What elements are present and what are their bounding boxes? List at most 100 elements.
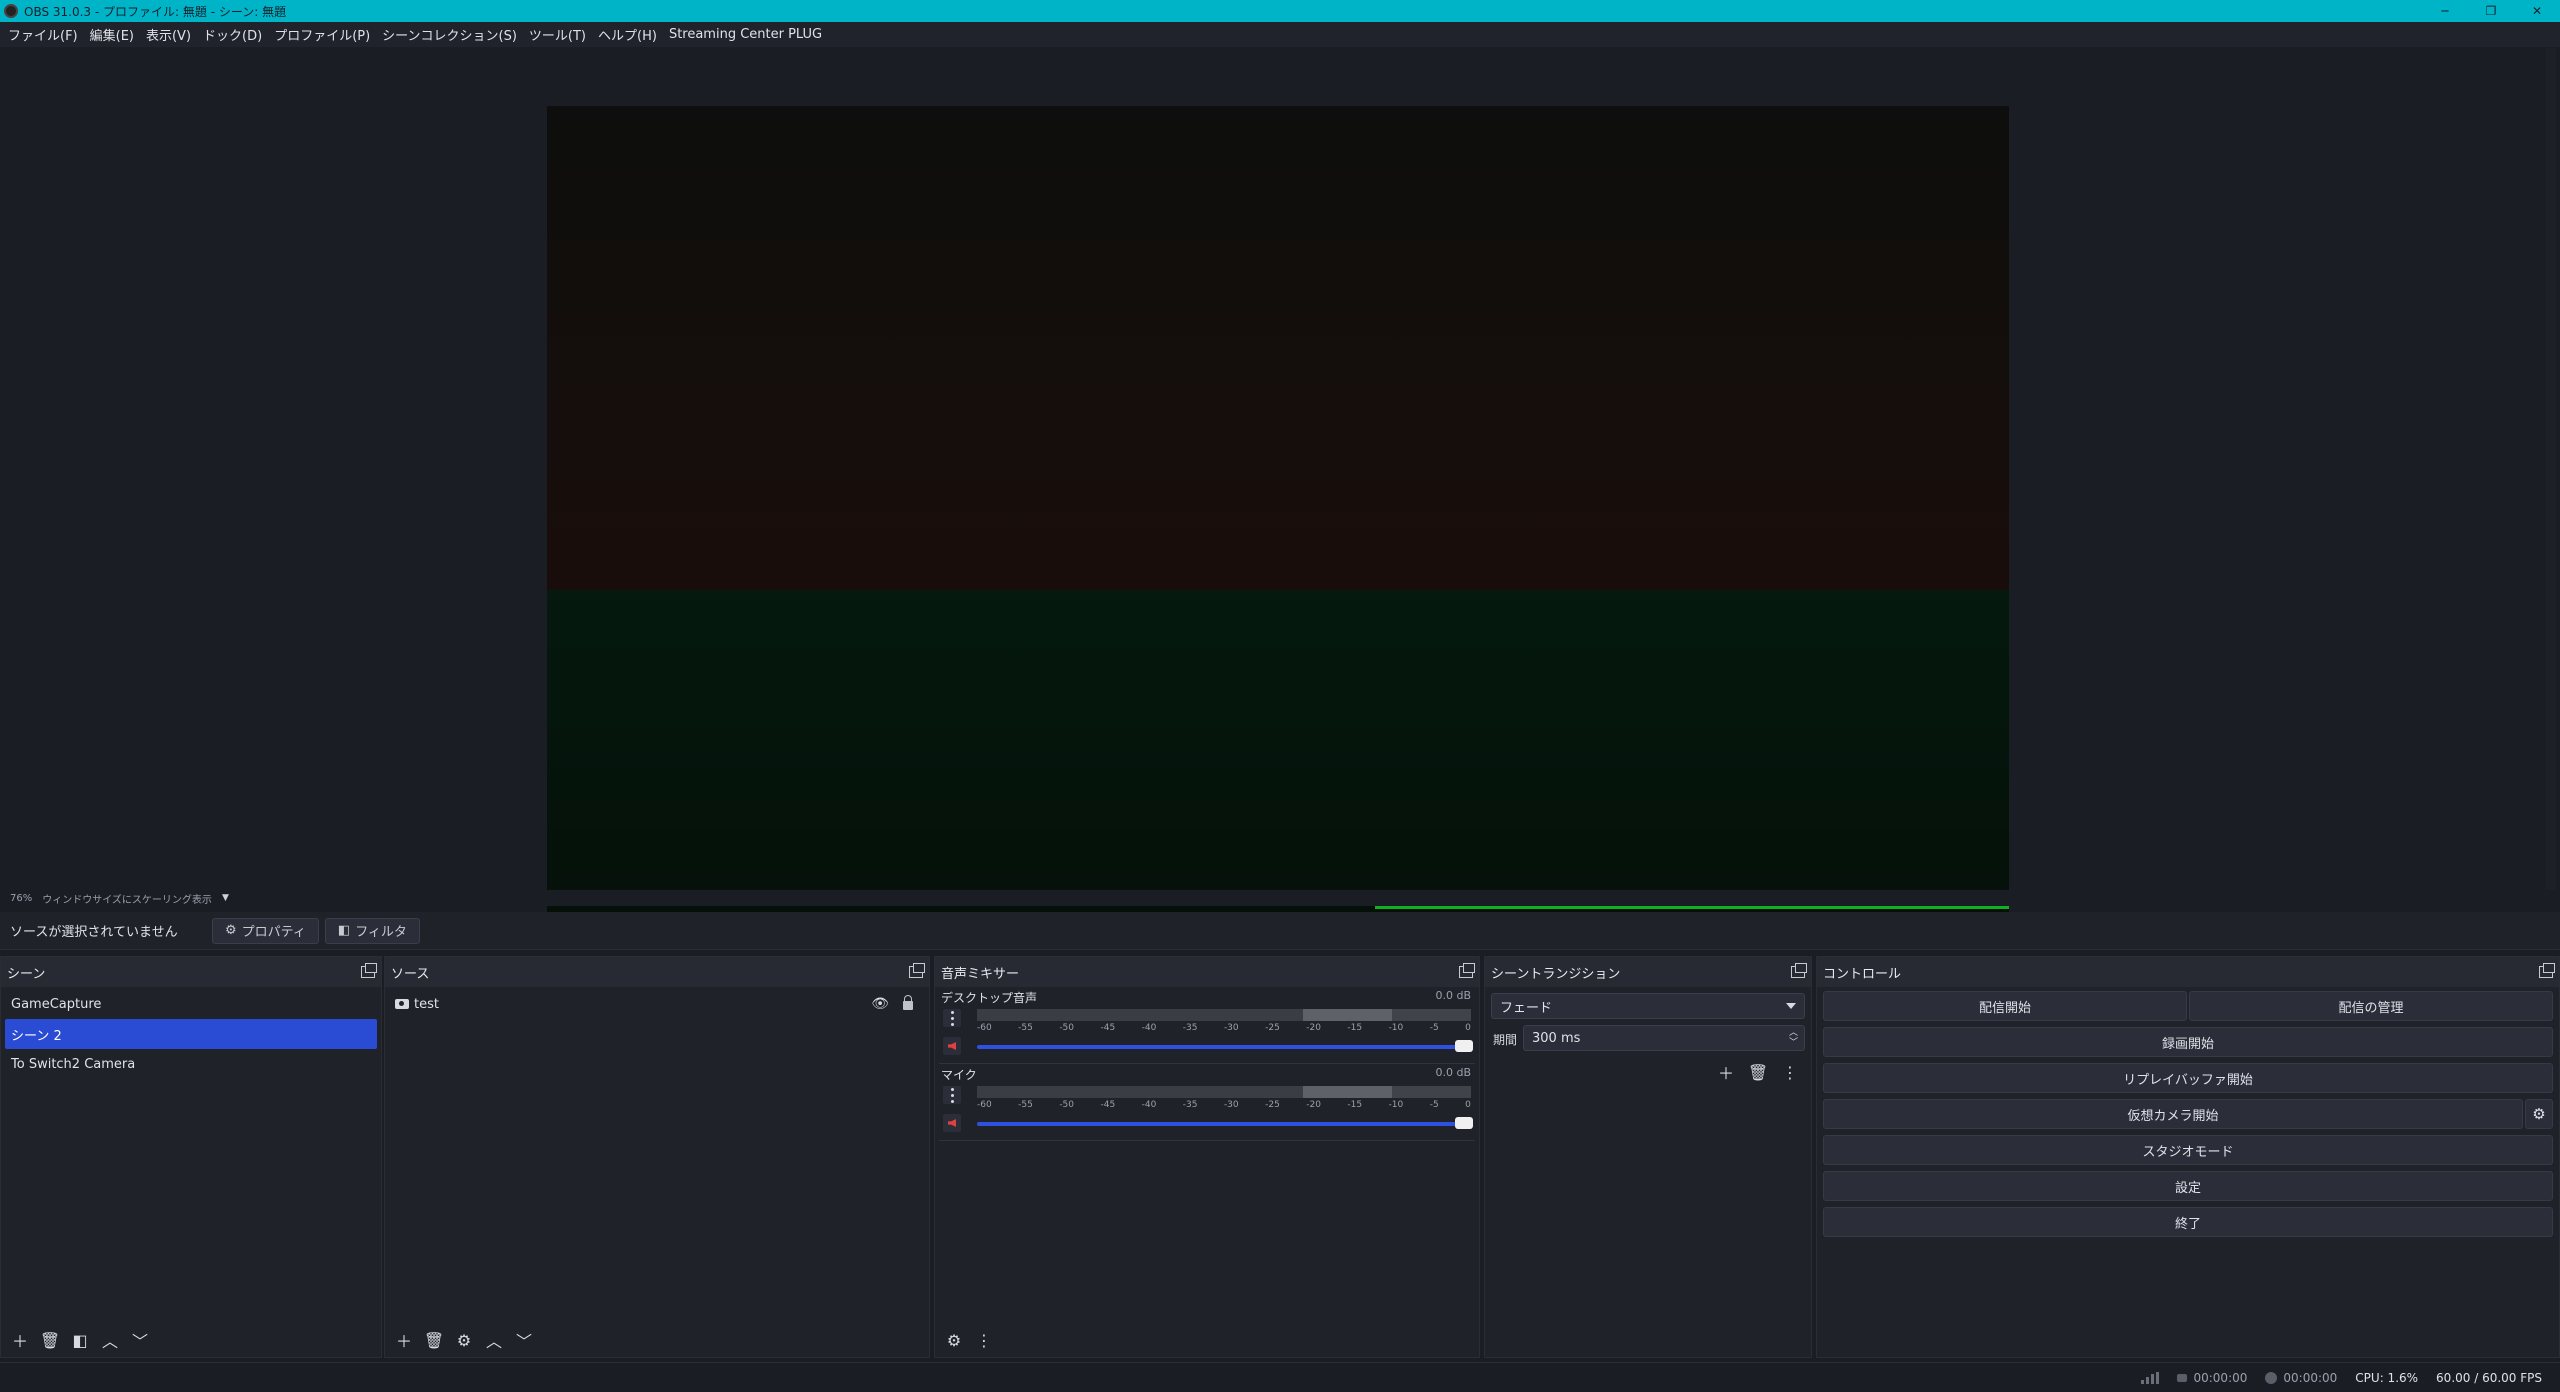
scenes-dock-header: シーン xyxy=(1,957,381,987)
menu-scene-collection[interactable]: シーンコレクション(S) xyxy=(376,25,523,44)
channel-name: マイク xyxy=(941,1068,977,1082)
scene-filters-button[interactable]: ◧ xyxy=(67,1327,93,1353)
advanced-audio-settings-button[interactable]: ⚙ xyxy=(941,1327,967,1353)
remove-source-button[interactable]: 🗑 xyxy=(421,1327,447,1353)
tick-label: -15 xyxy=(1347,1100,1363,1110)
undock-icon[interactable] xyxy=(2539,963,2555,978)
sources-dock: ソース test 👁 ＋ 🗑 ⚙ ︿ ﹀ xyxy=(384,956,930,1358)
volume-slider-handle[interactable] xyxy=(1455,1117,1473,1129)
window-title: OBS 31.0.3 - プロファイル: 無題 - シーン: 無題 xyxy=(24,4,287,19)
mixer-channel-desktop: デスクトップ音声 0.0 dB -60 -55 -50 -45 -40 -35 -30 -25… xyxy=(935,987,1479,1063)
mixer-dock-title: 音声ミキサー xyxy=(941,966,1020,982)
filters-label: フィルタ xyxy=(355,925,407,940)
scenes-dock: シーン GameCapture シーン 2 To Switch2 Camera … xyxy=(0,956,382,1358)
menu-streaming-center-plug[interactable]: Streaming Center PLUG xyxy=(663,27,828,42)
visibility-eye-icon[interactable]: 👁 xyxy=(871,996,889,1012)
settings-button[interactable]: 設定 xyxy=(1823,1171,2553,1201)
channel-menu-button[interactable] xyxy=(943,1009,961,1027)
start-streaming-button[interactable]: 配信開始 xyxy=(1823,991,2187,1021)
mute-button[interactable] xyxy=(943,1037,961,1055)
controls-dock: コントロール 配信開始 配信の管理 録画開始 リプレイバッファ開始 仮想カメラ開… xyxy=(1816,956,2560,1358)
scenes-dock-title: シーン xyxy=(7,966,46,982)
close-button[interactable]: ✕ xyxy=(2514,0,2560,22)
mute-button[interactable] xyxy=(943,1114,961,1132)
title-bar: OBS 31.0.3 - プロファイル: 無題 - シーン: 無題 ─ ❐ ✕ xyxy=(0,0,2560,22)
controls-dock-header: コントロール xyxy=(1817,957,2559,987)
scale-mode-label[interactable]: ウィンドウサイズにスケーリング表示 xyxy=(42,891,212,906)
tick-label: -15 xyxy=(1347,1023,1363,1033)
preview-canvas[interactable] xyxy=(547,106,2009,926)
scene-item-selected[interactable]: シーン 2 xyxy=(5,1019,377,1049)
menu-edit[interactable]: 編集(E) xyxy=(84,25,140,44)
start-replay-buffer-button[interactable]: リプレイバッファ開始 xyxy=(1823,1063,2553,1093)
channel-menu-button[interactable] xyxy=(943,1086,961,1104)
transitions-dock-title: シーントランジション xyxy=(1491,966,1621,982)
start-virtual-camera-button[interactable]: 仮想カメラ開始 xyxy=(1823,1099,2523,1129)
undock-icon[interactable] xyxy=(1791,963,1807,978)
manage-broadcast-button[interactable]: 配信の管理 xyxy=(2189,991,2553,1021)
tick-label: -5 xyxy=(1429,1023,1439,1033)
tick-label: -30 xyxy=(1223,1100,1239,1110)
minimize-button[interactable]: ─ xyxy=(2422,0,2468,22)
preview-scrollbar[interactable] xyxy=(2546,48,2556,890)
remove-scene-button[interactable]: 🗑 xyxy=(37,1327,63,1353)
duration-label: 期間 xyxy=(1493,1033,1518,1047)
lock-icon[interactable] xyxy=(903,995,913,1010)
spin-arrows-icon[interactable]: ︿ ﹀ xyxy=(1789,1028,1798,1048)
move-scene-up-button[interactable]: ︿ xyxy=(97,1327,123,1353)
source-properties-button[interactable]: ⚙ xyxy=(451,1327,477,1353)
mixer-menu-button[interactable]: ⋮ xyxy=(971,1327,997,1353)
properties-button[interactable]: ⚙ プロパティ xyxy=(212,917,319,944)
transition-select[interactable]: フェード xyxy=(1491,993,1805,1019)
menu-file[interactable]: ファイル(F) xyxy=(2,25,84,44)
duration-spinbox[interactable]: 300 ms ︿ ﹀ xyxy=(1523,1025,1805,1051)
muted-speaker-icon xyxy=(948,1119,956,1127)
add-source-button[interactable]: ＋ xyxy=(391,1327,417,1353)
obs-window: OBS 31.0.3 - プロファイル: 無題 - シーン: 無題 ─ ❐ ✕ … xyxy=(0,0,2560,1392)
volume-slider[interactable] xyxy=(977,1122,1467,1126)
move-source-down-button[interactable]: ﹀ xyxy=(511,1327,537,1353)
menu-tools[interactable]: ツール(T) xyxy=(523,25,592,44)
tick-label: -25 xyxy=(1265,1023,1280,1033)
no-source-selected-label: ソースが選択されていません xyxy=(10,925,178,940)
menu-help[interactable]: ヘルプ(H) xyxy=(592,25,663,44)
undock-icon[interactable] xyxy=(361,963,377,978)
channel-db: 0.0 dB xyxy=(1435,989,1471,1002)
restore-button[interactable]: ❐ xyxy=(2468,0,2514,22)
volume-slider-handle[interactable] xyxy=(1455,1040,1473,1052)
add-transition-button[interactable]: ＋ xyxy=(1713,1059,1739,1085)
undock-icon[interactable] xyxy=(1459,963,1475,978)
filter-icon: ◧ xyxy=(337,923,351,938)
add-scene-button[interactable]: ＋ xyxy=(7,1327,33,1353)
menu-docks[interactable]: ドック(D) xyxy=(197,25,268,44)
start-recording-button[interactable]: 録画開始 xyxy=(1823,1027,2553,1057)
volume-slider[interactable] xyxy=(977,1045,1467,1049)
remove-transition-button[interactable]: 🗑 xyxy=(1745,1059,1771,1085)
stream-time: 00:00:00 xyxy=(2193,1370,2248,1385)
scene-list: GameCapture シーン 2 To Switch2 Camera xyxy=(1,987,381,1079)
tick-label: 0 xyxy=(1465,1023,1471,1033)
exit-button[interactable]: 終了 xyxy=(1823,1207,2553,1237)
move-source-up-button[interactable]: ︿ xyxy=(481,1327,507,1353)
virtual-camera-settings-button[interactable]: ⚙ xyxy=(2525,1099,2553,1129)
scale-mode-dropdown-icon[interactable]: ▼ xyxy=(222,893,229,903)
filters-button[interactable]: ◧ フィルタ xyxy=(324,917,420,944)
source-item[interactable]: test 👁 xyxy=(389,989,925,1019)
scene-transitions-dock: シーントランジション フェード 期間 300 ms ︿ ﹀ ＋ 🗑 ⋮ xyxy=(1484,956,1812,1358)
scene-item[interactable]: GameCapture xyxy=(5,989,377,1019)
canvas-upper-region xyxy=(547,106,2009,594)
duration-value: 300 ms xyxy=(1532,1030,1581,1046)
tick-label: -5 xyxy=(1429,1100,1439,1110)
mixer-toolbar: ⚙ ⋮ xyxy=(935,1323,1479,1357)
undock-icon[interactable] xyxy=(909,963,925,978)
tick-label: -20 xyxy=(1306,1023,1321,1033)
move-scene-down-button[interactable]: ﹀ xyxy=(127,1327,153,1353)
menu-view[interactable]: 表示(V) xyxy=(140,25,197,44)
record-time: 00:00:00 xyxy=(2283,1370,2338,1385)
transition-tools: ＋ 🗑 ⋮ xyxy=(1713,1059,1803,1085)
preview-area[interactable] xyxy=(6,48,2540,926)
studio-mode-button[interactable]: スタジオモード xyxy=(1823,1135,2553,1165)
menu-profile[interactable]: プロファイル(P) xyxy=(268,25,376,44)
transition-menu-button[interactable]: ⋮ xyxy=(1777,1059,1803,1085)
scene-item[interactable]: To Switch2 Camera xyxy=(5,1049,377,1079)
